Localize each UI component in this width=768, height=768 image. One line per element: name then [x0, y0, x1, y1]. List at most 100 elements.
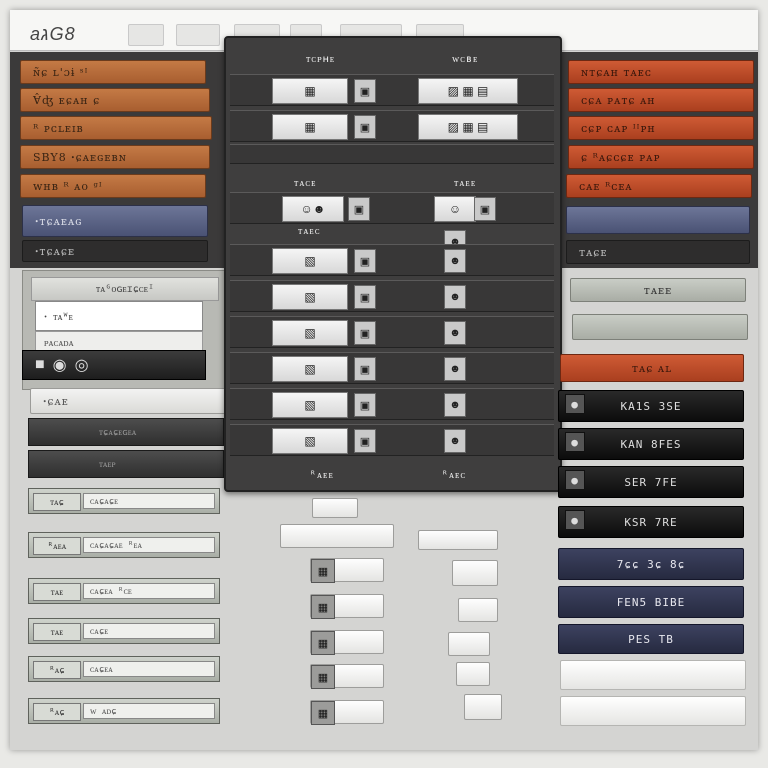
copy-icon[interactable]: ▣ — [474, 197, 496, 221]
row-value[interactable]: ᴡ ᴀᴅɕ — [83, 703, 215, 719]
copy-icon[interactable]: ▣ — [354, 321, 376, 345]
image-icon[interactable]: ▧ — [272, 356, 348, 382]
right-navy-button-3[interactable]: PES TB — [558, 624, 744, 654]
panel-row-9[interactable]: ▧ ▣ ☻ — [230, 424, 554, 456]
copy-icon[interactable]: ▣ — [354, 79, 376, 103]
left-list-row-1[interactable]: ᴛᴀɕ ᴄᴀɕᴀɕᴇ — [28, 488, 220, 514]
image-icon[interactable]: ▧ — [272, 248, 348, 274]
left-slate-button[interactable]: ꞏᴛɕᴀᴇᴀɢ — [22, 205, 208, 237]
image-icon[interactable]: ▨ ▦ ▤ — [418, 114, 518, 140]
panel-row-8[interactable]: ▧ ▣ ☻ — [230, 388, 554, 420]
right-menu-item-1[interactable]: ɴᴛɕᴀʜ ᴛᴀᴇᴄ — [568, 60, 754, 84]
panel-row-3[interactable]: ☺☻ ▣ ☺ ▣ — [230, 192, 554, 224]
left-list-row-6[interactable]: ᴿᴀɕ ᴡ ᴀᴅɕ — [28, 698, 220, 724]
image-icon[interactable]: ▧ — [272, 320, 348, 346]
left-slab-1[interactable]: ᴛɕᴀɕᴇɢᴇᴀ — [28, 418, 224, 446]
left-list-row-2[interactable]: ᴿᴀᴇᴀ ᴄᴀɕᴀɕᴀᴇ ᴿᴇᴀ — [28, 532, 220, 558]
record-icon: ● — [565, 470, 585, 490]
right-menu-item-3[interactable]: ᴄɕᴘ ᴄᴀᴘ ᴵᴵᴘʜ — [568, 116, 754, 140]
copy-icon[interactable]: ▣ — [348, 197, 370, 221]
people-icon[interactable]: ☺☻ — [282, 196, 344, 222]
right-white-button-2[interactable] — [560, 696, 746, 726]
side-button-1[interactable] — [452, 560, 498, 586]
left-menu-item-1[interactable]: ɴ̃ɕ ʟ'ɔɨ ˢᴵ — [20, 60, 206, 84]
right-menu-item-4[interactable]: ɕ ᴿᴀɕᴄɕᴇ ᴘᴀᴘ — [568, 145, 754, 169]
portrait-icon[interactable]: ☻ — [444, 393, 466, 417]
panel-row-1[interactable]: ▦ ▣ ▨ ▦ ▤ — [230, 74, 554, 106]
image-icon[interactable]: ▦ — [272, 114, 348, 140]
left-menu-item-2[interactable]: Ɐ̂ʤ ᴇɕᴀʜ ɕ — [20, 88, 210, 112]
row-value[interactable]: ᴄᴀɕᴇᴀ — [83, 661, 215, 677]
left-list-row-5[interactable]: ᴿᴀɕ ᴄᴀɕᴇᴀ — [28, 656, 220, 682]
side-button-2[interactable] — [458, 598, 498, 622]
target-icon[interactable]: ◎ — [75, 355, 89, 375]
copy-icon[interactable]: ▣ — [354, 249, 376, 273]
panel-row-4[interactable]: ▧ ▣ ☻ — [230, 244, 554, 276]
image-icon[interactable]: ▧ — [272, 284, 348, 310]
section-header-1: ᴛᴀᴄᴇ — [294, 178, 317, 189]
copy-icon[interactable]: ▣ — [354, 357, 376, 381]
right-navy-button-2[interactable]: FEN5 BIBE — [558, 586, 744, 618]
right-black-button-2[interactable]: ● KAN 8FES — [558, 428, 744, 460]
row-value[interactable]: ᴄᴀɕᴀɕᴇ — [83, 493, 215, 509]
copy-icon[interactable]: ▣ — [354, 285, 376, 309]
right-menu-item-2[interactable]: ᴄɕᴀ ᴘᴀᴛɕ ᴀʜ — [568, 88, 754, 112]
left-dark-button[interactable]: ꞏᴛɕᴀɕᴇ — [22, 240, 208, 262]
row-value[interactable]: ᴄᴀɕᴀɕᴀᴇ ᴿᴇᴀ — [83, 537, 215, 553]
record-icon[interactable]: ◉ — [53, 355, 67, 375]
left-menu-item-3[interactable]: ᴿ ᴘᴄʟᴇɪʙ — [20, 116, 212, 140]
copy-icon[interactable]: ▣ — [354, 393, 376, 417]
media-row-3[interactable]: ▦ — [310, 630, 384, 655]
portrait-icon[interactable]: ☻ — [444, 249, 466, 273]
side-button-3[interactable] — [448, 632, 490, 656]
portrait-icon[interactable]: ☻ — [444, 321, 466, 345]
right-menu-item-5[interactable]: ᴄᴀᴇ ᴿᴄᴇᴀ — [566, 174, 752, 198]
copy-icon[interactable]: ▣ — [354, 429, 376, 453]
toolbar-tab-2[interactable] — [176, 24, 220, 46]
lower-button-2[interactable] — [280, 524, 394, 548]
people-icon[interactable]: ☺ — [434, 196, 476, 222]
image-icon[interactable]: ▧ — [272, 392, 348, 418]
left-slab-2[interactable]: ᴛᴀᴇᴘ — [28, 450, 224, 478]
right-black-button-3[interactable]: ● SER 7FE — [558, 466, 744, 498]
right-alert-strip[interactable]: ᴛᴀɕ ᴀʟ — [560, 354, 744, 382]
portrait-icon[interactable]: ☻ — [444, 357, 466, 381]
left-menu-item-5[interactable]: ᴡʜʙ ᴿ ᴀᴏ ᵍᴵ — [20, 174, 206, 198]
left-list-row-3[interactable]: ᴛᴀᴇ ᴄᴀɕᴇᴀ ᴿᴄᴇ — [28, 578, 220, 604]
right-black-button-4[interactable]: ● KSR 7RE — [558, 506, 744, 538]
row-value[interactable]: ᴄᴀɕᴇᴀ ᴿᴄᴇ — [83, 583, 215, 599]
right-sage-button-2[interactable] — [572, 314, 748, 340]
left-light-field[interactable]: ꞏɕᴀᴇ — [30, 388, 226, 414]
toolbar-tab-1[interactable] — [128, 24, 164, 46]
image-icon[interactable]: ▦ — [272, 78, 348, 104]
stop-icon[interactable]: ■ — [35, 356, 45, 374]
media-row-1[interactable]: ▦ — [310, 558, 384, 583]
right-sage-button-1[interactable]: ᴛᴀᴇᴇ — [570, 278, 746, 302]
image-icon[interactable]: ▧ — [272, 428, 348, 454]
right-dark-button[interactable]: ᴛᴀɕᴇ — [566, 240, 750, 264]
copy-icon[interactable]: ▣ — [354, 115, 376, 139]
portrait-icon[interactable]: ☻ — [444, 429, 466, 453]
media-row-5[interactable]: ▦ — [310, 700, 384, 725]
portrait-icon[interactable]: ☻ — [444, 285, 466, 309]
right-black-button-1[interactable]: ● KA1S 3SE — [558, 390, 744, 422]
left-menu-item-4[interactable]: SBY8 ꞏɕᴀᴇɢᴇʙɴ — [20, 145, 210, 169]
side-button-5[interactable] — [464, 694, 502, 720]
row-value[interactable]: ᴄᴀɕᴇ — [83, 623, 215, 639]
media-row-2[interactable]: ▦ — [310, 594, 384, 619]
left-panel-field[interactable]: ꞏ ᴛᴀᵂᴇ — [35, 301, 203, 331]
image-icon[interactable]: ▨ ▦ ▤ — [418, 78, 518, 104]
panel-row-5[interactable]: ▧ ▣ ☻ — [230, 280, 554, 312]
lower-button-3[interactable] — [418, 530, 498, 550]
right-slate-button[interactable] — [566, 206, 750, 234]
right-white-button-1[interactable] — [560, 660, 746, 690]
panel-row-6[interactable]: ▧ ▣ ☻ — [230, 316, 554, 348]
side-button-4[interactable] — [456, 662, 490, 686]
panel-row-2[interactable]: ▦ ▣ ▨ ▦ ▤ — [230, 110, 554, 142]
media-row-4[interactable]: ▦ — [310, 664, 384, 689]
panel-row-7[interactable]: ▧ ▣ ☻ — [230, 352, 554, 384]
row-tag: ᴿᴀᴇᴀ — [33, 537, 81, 555]
lower-button-1[interactable] — [312, 498, 358, 518]
right-navy-button-1[interactable]: 7ɕɕ 3ɕ 8ɕ — [558, 548, 744, 580]
left-list-row-4[interactable]: ᴛᴀᴇ ᴄᴀɕᴇ — [28, 618, 220, 644]
